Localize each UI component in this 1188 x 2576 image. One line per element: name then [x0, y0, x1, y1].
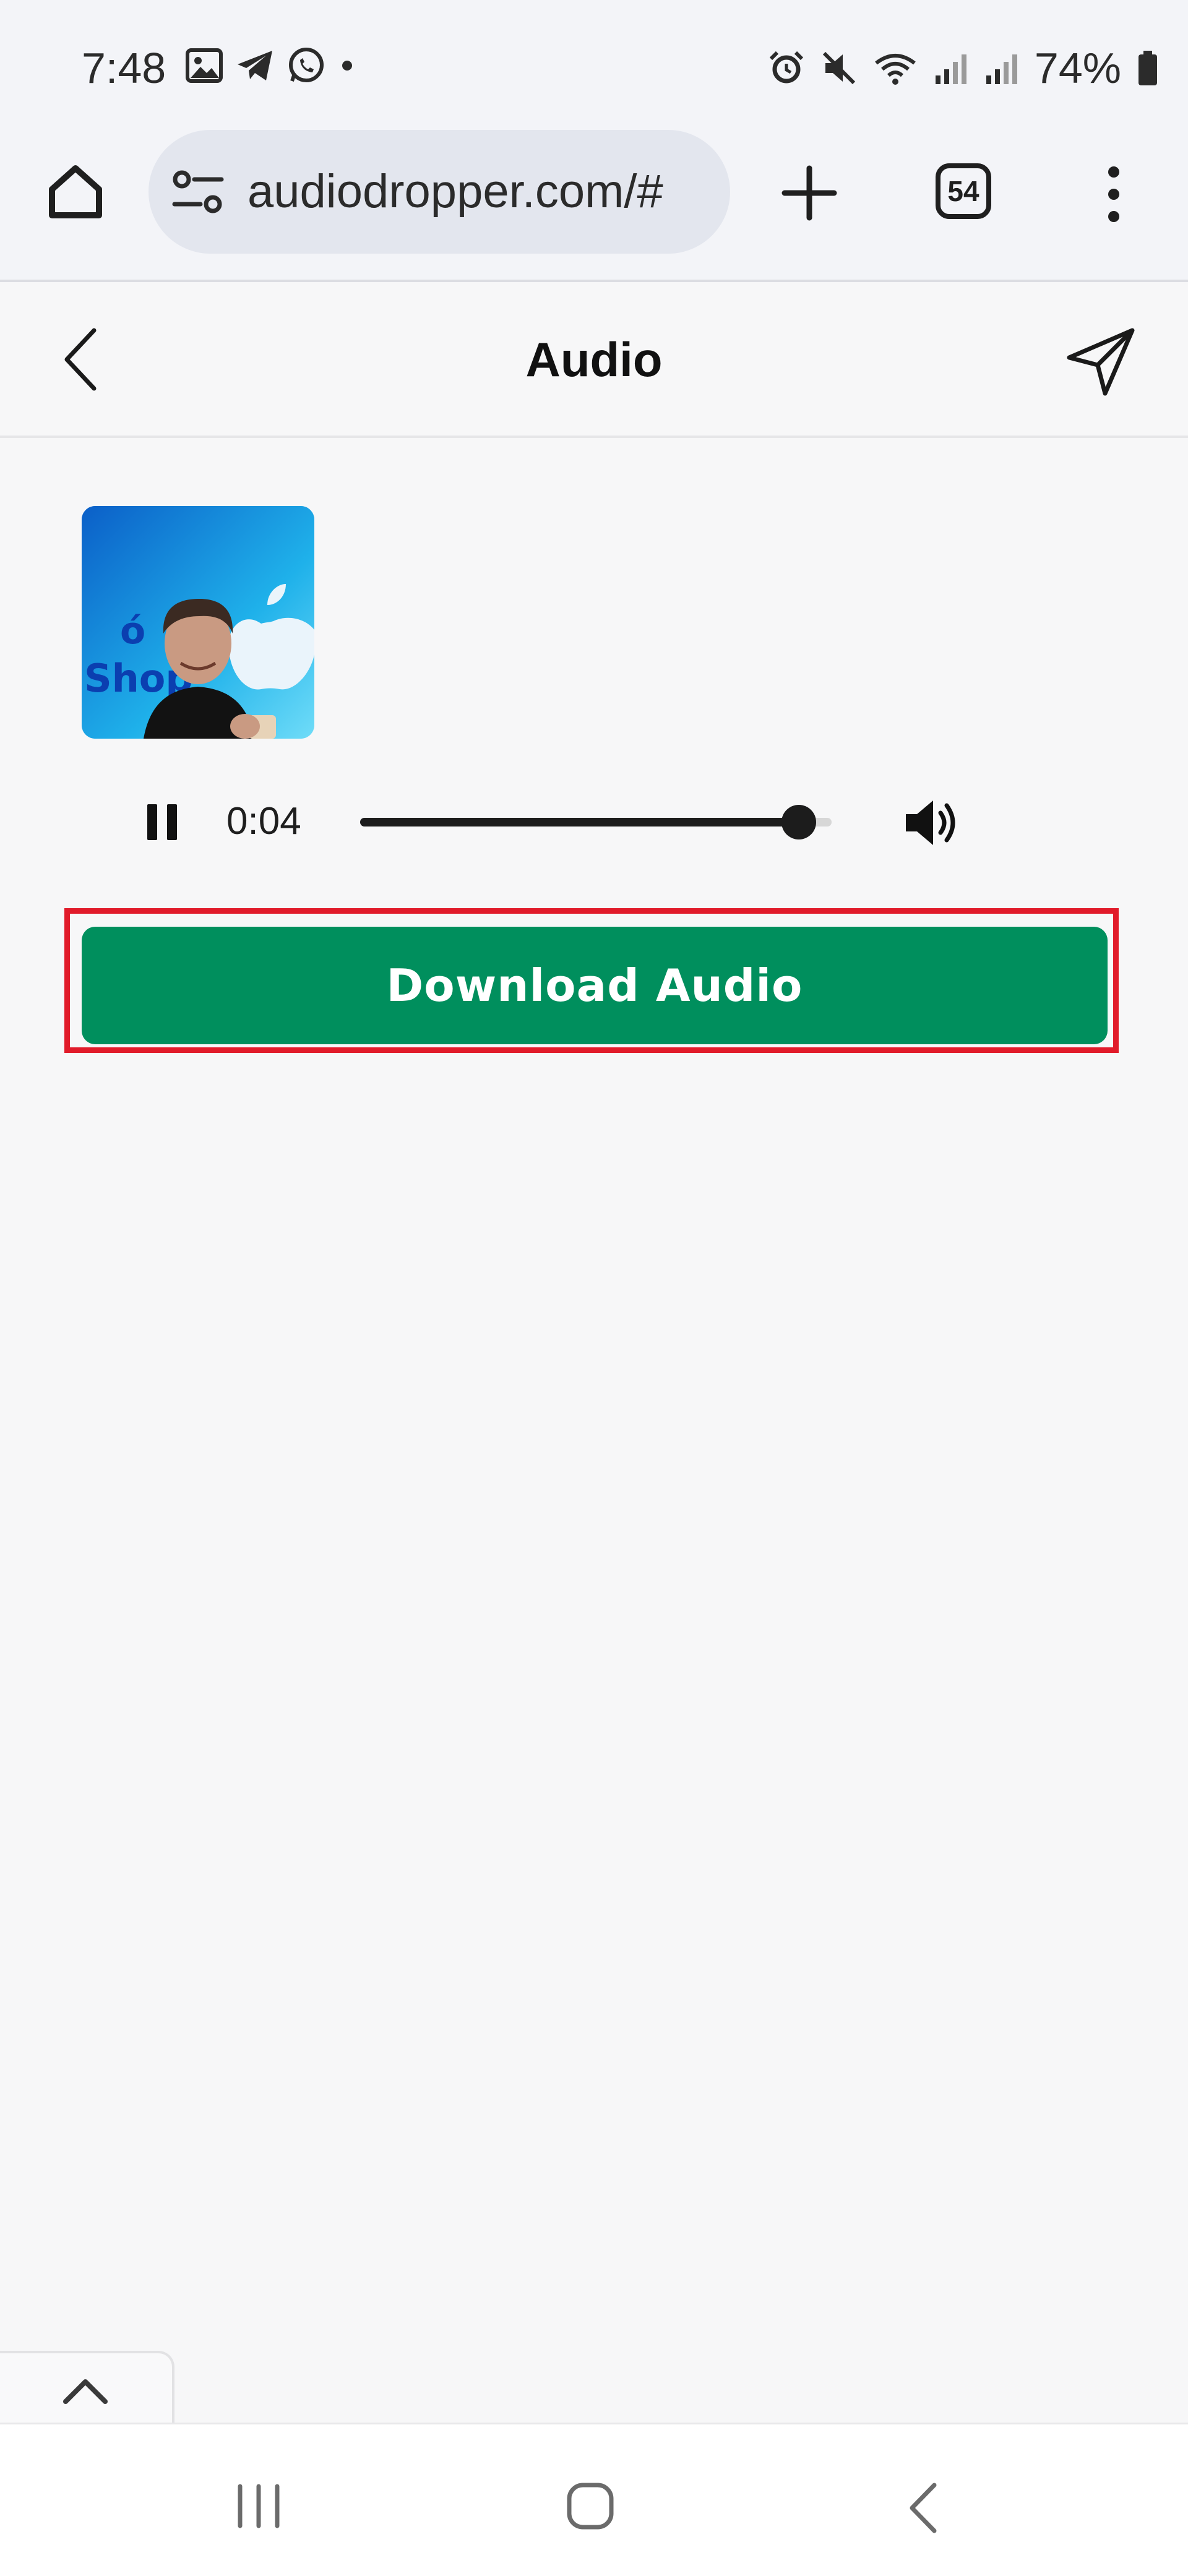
telegram-icon — [238, 51, 272, 80]
signal-icon — [935, 54, 966, 84]
signal-icon — [986, 54, 1017, 84]
svg-text:ó: ó — [120, 609, 145, 653]
tab-count: 54 — [947, 175, 979, 207]
url-text[interactable]: audiodropper.com/# — [248, 167, 663, 217]
seek-bar[interactable] — [360, 805, 832, 839]
share-send-icon[interactable] — [1064, 325, 1137, 398]
status-time: 7:48 — [82, 44, 166, 92]
wifi-icon — [875, 54, 916, 85]
browser-toolbar: audiodropper.com/# 54 — [0, 130, 1188, 282]
recent-apps-icon[interactable] — [234, 2484, 283, 2528]
seek-handle[interactable] — [781, 805, 816, 839]
system-icons: 74% — [768, 43, 1158, 93]
thumbnail-image: ó Shop — [82, 506, 314, 739]
app-header: Audio — [0, 282, 1188, 438]
notification-icons — [186, 46, 356, 85]
elapsed-time: 0:04 — [226, 800, 301, 843]
home-button-icon[interactable] — [566, 2481, 615, 2531]
page-title: Audio — [525, 332, 663, 387]
mute-icon — [822, 51, 856, 85]
status-bar: 7:48 74% — [0, 0, 1188, 130]
new-tab-icon[interactable] — [781, 165, 838, 221]
address-bar[interactable]: audiodropper.com/# — [148, 130, 730, 254]
battery-icon — [1138, 51, 1157, 85]
tab-switcher-button[interactable]: 54 — [936, 163, 991, 219]
audio-thumbnail: ó Shop — [82, 506, 314, 739]
chevron-up-icon — [63, 2379, 108, 2404]
battery-percent: 74% — [1034, 44, 1121, 92]
scroll-up-tab[interactable] — [0, 2351, 174, 2425]
system-back-icon[interactable] — [905, 2480, 942, 2536]
more-options-icon[interactable] — [1095, 163, 1132, 225]
audio-player: 0:04 — [124, 786, 990, 860]
dot-icon — [342, 61, 352, 71]
volume-icon[interactable] — [902, 797, 962, 849]
home-icon[interactable] — [45, 161, 106, 223]
pause-icon[interactable] — [144, 801, 181, 844]
download-audio-button[interactable]: Download Audio — [82, 927, 1108, 1044]
system-navigation-bar — [0, 2423, 1188, 2576]
seek-progress — [360, 818, 799, 826]
site-settings-icon[interactable] — [172, 167, 224, 217]
whatsapp-icon — [289, 48, 324, 82]
alarm-icon — [769, 51, 804, 84]
gallery-icon — [186, 48, 223, 83]
